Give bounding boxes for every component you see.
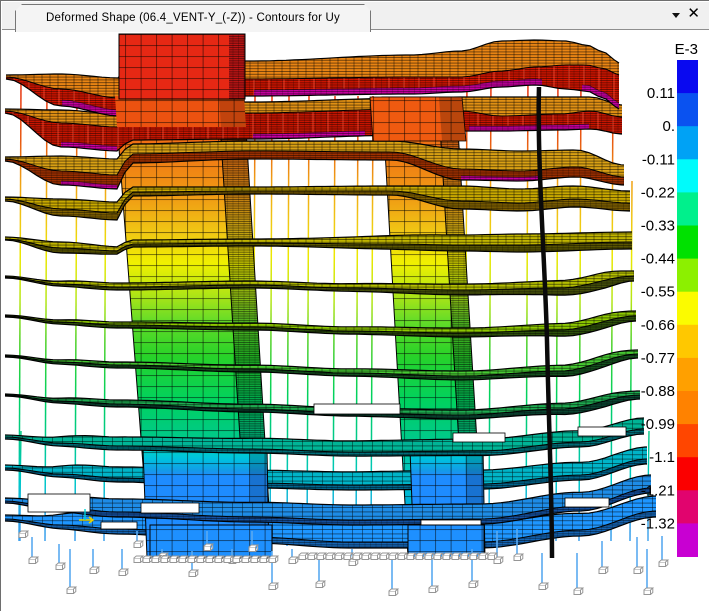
svg-text:-0.22: -0.22: [641, 184, 675, 201]
svg-text:0.: 0.: [662, 118, 675, 135]
svg-text:-0.11: -0.11: [642, 151, 675, 168]
svg-text:-0.77: -0.77: [641, 350, 675, 367]
svg-text:-1.1: -1.1: [649, 449, 675, 466]
svg-text:-0.99: -0.99: [641, 416, 675, 433]
svg-text:-0.33: -0.33: [641, 218, 675, 235]
svg-text:-0.55: -0.55: [641, 284, 675, 301]
svg-text:-1.32: -1.32: [641, 515, 675, 532]
svg-text:-0.44: -0.44: [641, 251, 675, 268]
svg-text:0.11: 0.11: [647, 85, 675, 102]
svg-text:-1.21: -1.21: [641, 482, 675, 499]
svg-text:-0.88: -0.88: [641, 383, 675, 400]
svg-text:-0.66: -0.66: [641, 317, 675, 334]
svg-text:E-3: E-3: [675, 41, 698, 58]
